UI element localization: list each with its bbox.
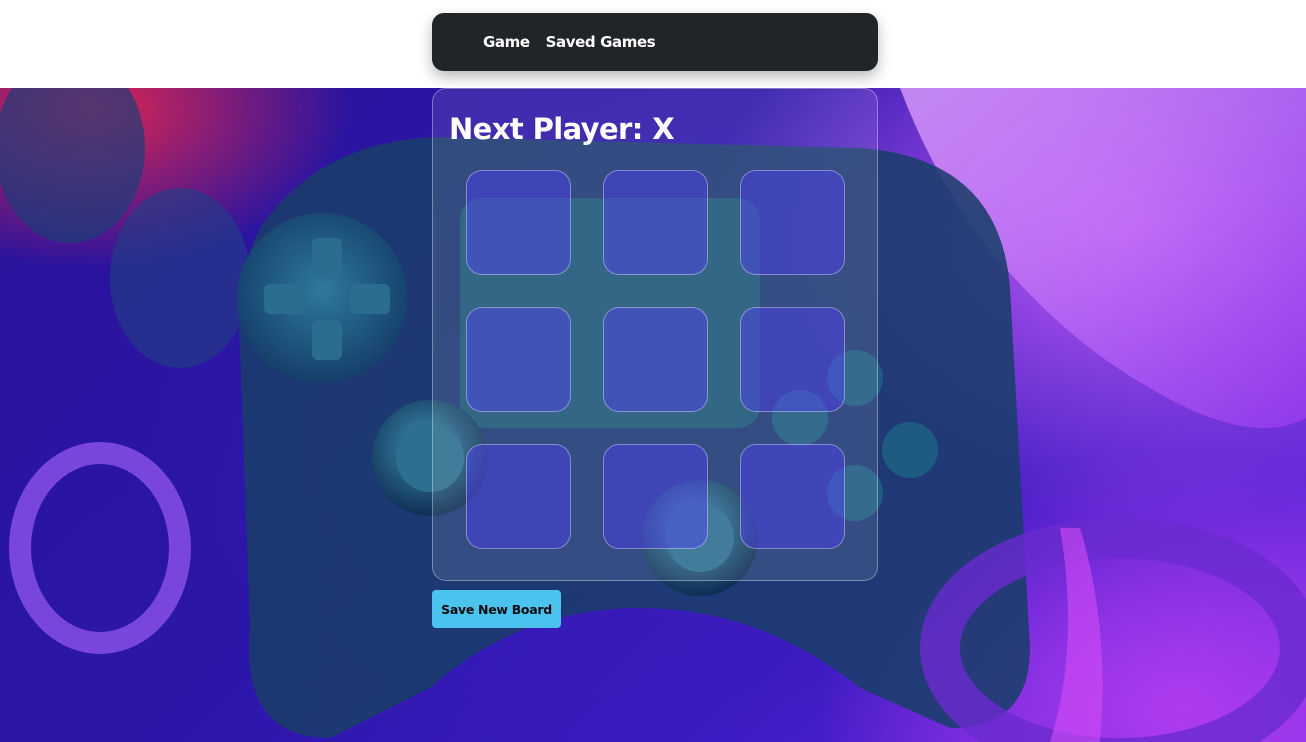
- tic-tac-toe-grid: [466, 170, 846, 550]
- game-board-panel: Next Player: X: [432, 88, 878, 581]
- board-cell-4[interactable]: [466, 307, 571, 412]
- next-player-status: Next Player: X: [449, 112, 675, 146]
- nav-link-game[interactable]: Game: [483, 33, 530, 51]
- board-cell-9[interactable]: [740, 444, 845, 549]
- board-cell-5[interactable]: [603, 307, 708, 412]
- board-cell-2[interactable]: [603, 170, 708, 275]
- board-cell-8[interactable]: [603, 444, 708, 549]
- board-cell-7[interactable]: [466, 444, 571, 549]
- board-cell-3[interactable]: [740, 170, 845, 275]
- page: Game Saved Games Next Player: X Save New…: [0, 0, 1306, 742]
- navbar: Game Saved Games: [432, 13, 878, 71]
- save-new-board-button[interactable]: Save New Board: [432, 590, 561, 628]
- nav-link-saved-games[interactable]: Saved Games: [546, 33, 656, 51]
- board-cell-6[interactable]: [740, 307, 845, 412]
- board-cell-1[interactable]: [466, 170, 571, 275]
